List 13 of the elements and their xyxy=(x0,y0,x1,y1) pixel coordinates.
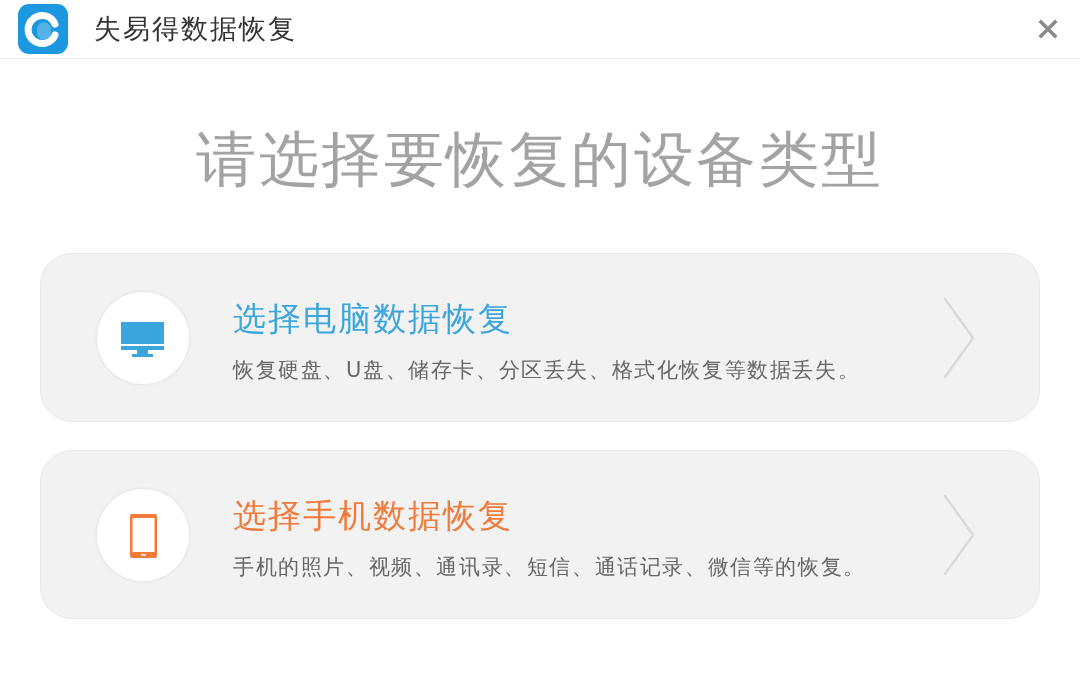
window-title: 失易得数据恢复 xyxy=(94,12,297,46)
device-option-card[interactable]: 选择手机数据恢复 手机的照片、视频、通讯录、短信、通话记录、微信等的恢复。 xyxy=(40,450,1040,619)
page-heading: 请选择要恢复的设备类型 xyxy=(196,123,884,195)
close-button[interactable] xyxy=(1036,17,1060,41)
option-title: 选择电脑数据恢复 xyxy=(233,297,513,340)
chevron-right-icon xyxy=(943,296,975,379)
chevron-right-icon xyxy=(943,493,975,576)
option-description: 手机的照片、视频、通讯录、短信、通话记录、微信等的恢复。 xyxy=(233,553,866,581)
option-description: 恢复硬盘、U盘、储存卡、分区丢失、格式化恢复等数据丢失。 xyxy=(233,356,861,384)
device-option-card[interactable]: 选择电脑数据恢复 恢复硬盘、U盘、储存卡、分区丢失、格式化恢复等数据丢失。 xyxy=(40,253,1040,422)
app-logo-icon xyxy=(18,4,68,54)
close-icon xyxy=(1038,19,1058,39)
option-title: 选择手机数据恢复 xyxy=(233,494,513,537)
